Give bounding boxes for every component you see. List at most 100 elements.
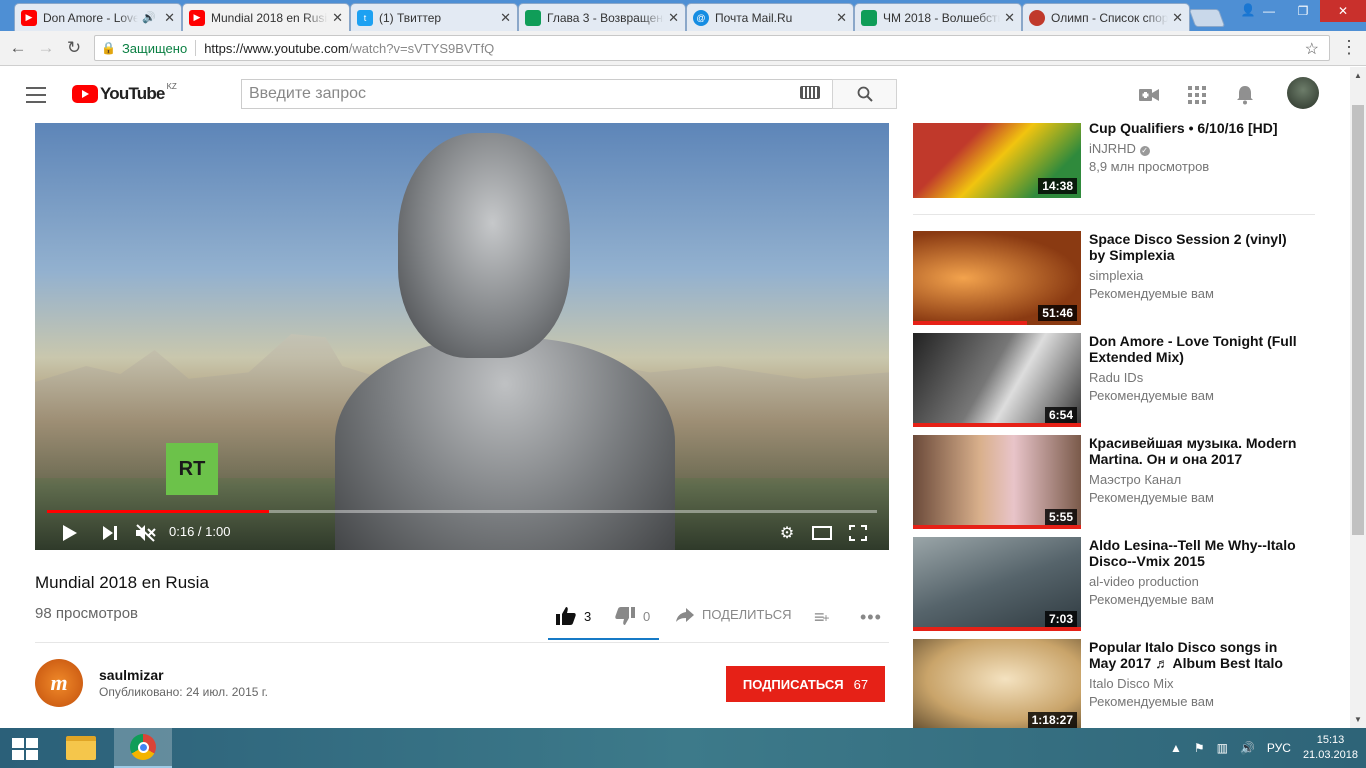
recommended-title[interactable]: Aldo Lesina--Tell Me Why--Italo Disco--V… — [1089, 537, 1299, 569]
recommended-title[interactable]: Don Amore - Love Tonight (Full Extended … — [1089, 333, 1299, 365]
clock-date: 21.03.2018 — [1302, 749, 1358, 761]
close-tab-icon[interactable]: ✕ — [500, 10, 511, 26]
volume-icon[interactable]: 🔊 — [1240, 741, 1255, 755]
address-bar[interactable]: 🔒 Защищено https://www.youtube.com /watc… — [94, 35, 1330, 61]
browser-tab-strip: ▶ Don Amore - Love Tonight 🔊 ✕ ▶ Mundial… — [0, 0, 1366, 31]
next-icon[interactable] — [99, 523, 121, 543]
speaker-icon[interactable]: 🔊 — [142, 11, 156, 24]
recommended-video[interactable]: 5:55 Красивейшая музыка. Modern Martina.… — [913, 435, 1313, 529]
subscribe-button[interactable]: ПОДПИСАТЬСЯ 67 — [726, 666, 885, 702]
browser-tab-2[interactable]: t (1) Твиттер ✕ — [350, 3, 518, 31]
video-thumbnail[interactable]: 7:03 — [913, 537, 1081, 631]
browser-tab-3[interactable]: Глава 3 - Возвращение ✕ — [518, 3, 686, 31]
close-window-icon[interactable]: ✕ — [1320, 0, 1366, 22]
video-thumbnail[interactable]: 51:46 — [913, 231, 1081, 325]
new-tab-button[interactable] — [1188, 9, 1226, 27]
browser-tab-6[interactable]: Олимп - Список спортсменов ✕ — [1022, 3, 1190, 31]
windows-taskbar: ▲ ⚑ ▥ 🔊 РУС 15:13 21.03.2018 — [0, 728, 1366, 768]
apps-grid-icon[interactable] — [1185, 83, 1209, 107]
dislike-button[interactable]: 0 — [615, 607, 650, 625]
windows-start-icon[interactable] — [12, 738, 38, 760]
video-thumbnail[interactable]: 5:55 — [913, 435, 1081, 529]
add-to-playlist-icon[interactable]: ≡ + — [814, 607, 830, 628]
user-avatar[interactable] — [1287, 77, 1319, 109]
scroll-down-icon[interactable]: ▼ — [1350, 711, 1366, 728]
close-tab-icon[interactable]: ✕ — [332, 10, 343, 26]
play-icon[interactable] — [59, 523, 81, 543]
video-thumbnail[interactable]: 1:18:27 — [913, 639, 1081, 728]
browser-tab-1[interactable]: ▶ Mundial 2018 en Rusia - YouTube ✕ — [182, 3, 350, 31]
close-tab-icon[interactable]: ✕ — [1172, 10, 1183, 26]
like-ratio-bar — [548, 638, 659, 640]
lock-icon: 🔒 — [101, 41, 116, 55]
video-progress-bar[interactable] — [47, 510, 877, 513]
tab-title: Почта Mail.Ru — [715, 10, 793, 25]
back-icon[interactable]: ← — [6, 36, 30, 60]
search-button[interactable] — [832, 79, 897, 109]
fullscreen-icon[interactable] — [847, 523, 869, 543]
reload-icon[interactable]: ↻ — [62, 36, 86, 60]
recommended-channel[interactable]: Radu IDs — [1089, 370, 1143, 385]
like-button[interactable]: 3 — [556, 607, 591, 625]
settings-gear-icon[interactable]: ⚙ — [776, 523, 798, 543]
forward-icon[interactable]: → — [34, 36, 58, 60]
recommended-title[interactable]: Popular Italo Disco songs in May 2017 ♬ … — [1089, 639, 1299, 671]
search-input[interactable]: Введите запрос — [241, 79, 833, 109]
channel-name[interactable]: saulmizar — [99, 667, 164, 683]
close-tab-icon[interactable]: ✕ — [836, 10, 847, 26]
tab-title: Глава 3 - Возвращение — [547, 10, 665, 25]
tray-overflow-icon[interactable]: ▲ — [1170, 741, 1182, 755]
share-button[interactable]: ПОДЕЛИТЬСЯ — [676, 607, 791, 622]
upload-video-icon[interactable] — [1137, 83, 1161, 107]
close-tab-icon[interactable]: ✕ — [1004, 10, 1015, 26]
close-tab-icon[interactable]: ✕ — [164, 10, 175, 26]
video-thumbnail[interactable]: 6:54 — [913, 333, 1081, 427]
file-explorer-button[interactable] — [52, 728, 110, 768]
hamburger-menu-icon[interactable] — [26, 87, 46, 103]
mute-icon[interactable] — [135, 523, 157, 543]
more-actions-icon[interactable]: ••• — [860, 607, 882, 628]
chrome-taskbar-button[interactable] — [114, 728, 172, 768]
theater-mode-icon[interactable] — [811, 523, 833, 543]
network-icon[interactable]: ▥ — [1217, 741, 1228, 755]
browser-menu-icon[interactable]: ⋮ — [1340, 36, 1358, 58]
recommended-video[interactable]: 1:18:27 Popular Italo Disco songs in May… — [913, 639, 1313, 728]
browser-tab-4[interactable]: @ Почта Mail.Ru ✕ — [686, 3, 854, 31]
thumbs-up-icon — [556, 607, 576, 625]
scrollbar-thumb[interactable] — [1352, 105, 1364, 535]
clock[interactable]: 15:13 21.03.2018 — [1303, 733, 1358, 763]
like-count: 3 — [584, 608, 592, 624]
language-indicator[interactable]: РУС — [1267, 741, 1291, 755]
notifications-bell-icon[interactable] — [1233, 83, 1257, 107]
close-tab-icon[interactable]: ✕ — [668, 10, 679, 26]
browser-tab-0[interactable]: ▶ Don Amore - Love Tonight 🔊 ✕ — [14, 3, 182, 31]
recommended-video[interactable]: 51:46 Space Disco Session 2 (vinyl) by S… — [913, 231, 1313, 325]
recommended-video[interactable]: 14:38 Cup Qualifiers • 6/10/16 [HD] iNJR… — [913, 120, 1313, 198]
flag-icon[interactable]: ⚑ — [1194, 741, 1205, 755]
channel-avatar[interactable]: m — [35, 659, 83, 707]
country-code: KZ — [166, 82, 177, 91]
youtube-logo[interactable]: YouTube KZ — [72, 82, 177, 104]
verified-check-icon: ✓ — [1139, 146, 1150, 156]
recommended-video[interactable]: 6:54 Don Amore - Love Tonight (Full Exte… — [913, 333, 1313, 427]
mail-icon: @ — [693, 9, 709, 26]
recommended-title[interactable]: Красивейшая музыка. Modern Martina. Он и… — [1089, 435, 1299, 467]
scroll-up-icon[interactable]: ▲ — [1350, 67, 1366, 84]
divider — [35, 642, 889, 643]
keyboard-icon[interactable] — [800, 86, 820, 99]
recommended-channel[interactable]: Italo Disco Mix — [1089, 676, 1174, 691]
video-player[interactable]: RT 0:16 / 1:00 ⚙ — [35, 123, 889, 550]
page-scrollbar[interactable]: ▲ ▼ — [1350, 67, 1366, 728]
recommended-channel[interactable]: simplexia — [1089, 268, 1143, 283]
recommended-channel[interactable]: Маэстро Канал — [1089, 472, 1181, 487]
browser-tab-5[interactable]: ЧМ 2018 - Волшебство ✕ — [854, 3, 1022, 31]
recommended-title[interactable]: Space Disco Session 2 (vinyl) by Simplex… — [1089, 231, 1299, 263]
recommended-channel[interactable]: al-video production — [1089, 574, 1199, 589]
restore-icon[interactable]: ❐ — [1286, 0, 1320, 22]
progress-fill — [47, 510, 269, 513]
recommended-channel[interactable]: iNJRHD ✓ — [1089, 141, 1150, 156]
video-thumbnail[interactable]: 14:38 — [913, 123, 1081, 198]
recommended-video[interactable]: 7:03 Aldo Lesina--Tell Me Why--Italo Dis… — [913, 537, 1313, 631]
bookmark-star-icon[interactable]: ☆ — [1305, 39, 1319, 59]
minimize-icon[interactable]: — — [1252, 0, 1286, 22]
